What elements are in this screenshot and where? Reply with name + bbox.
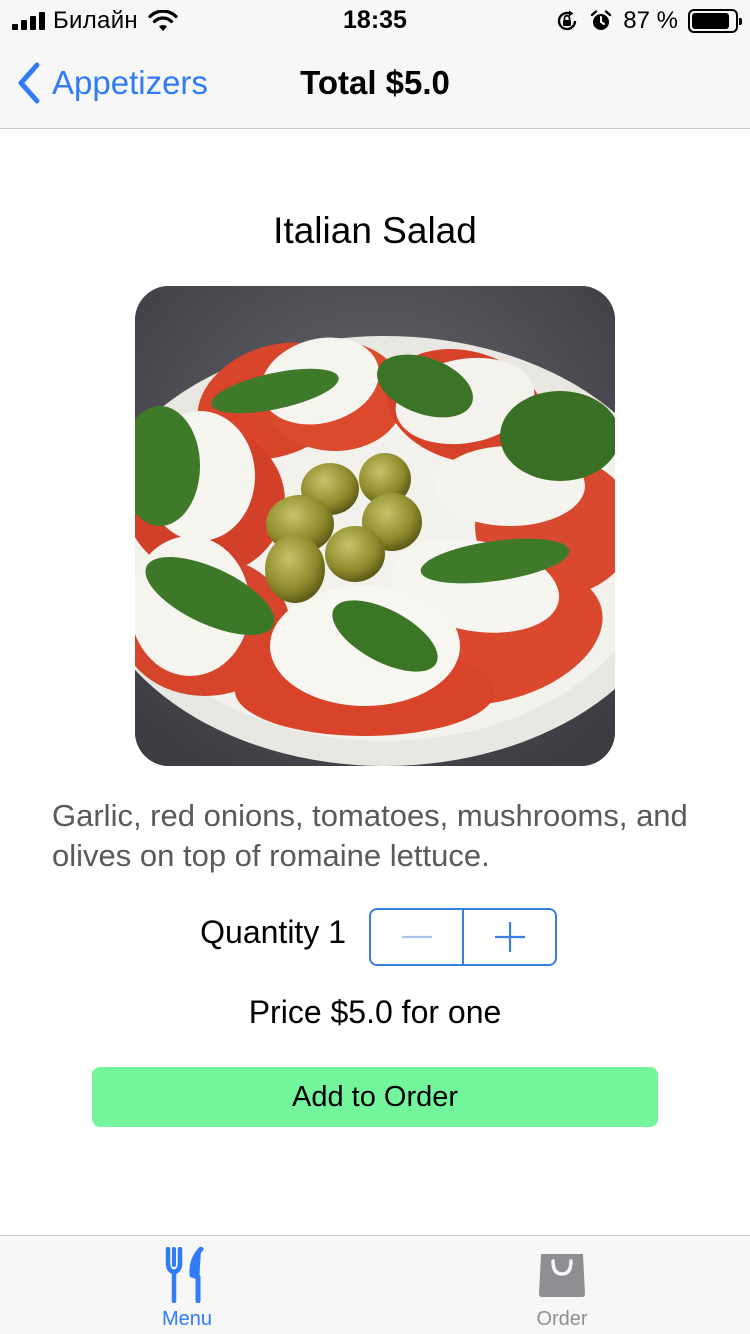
tab-order[interactable]: Order <box>462 1236 662 1334</box>
plus-icon <box>494 922 525 952</box>
salad-image <box>135 286 615 766</box>
item-photo <box>135 286 615 766</box>
status-right: 87 % <box>555 6 742 36</box>
navigation-bar: Appetizers Total $5.0 <box>0 40 750 129</box>
battery-percent: 87 % <box>623 7 678 34</box>
alarm-icon <box>591 10 612 30</box>
quantity-label: Quantity 1 <box>200 914 346 950</box>
orientation-lock-icon <box>558 10 577 31</box>
fork-knife-icon <box>165 1247 204 1303</box>
tab-bar: Menu Order <box>0 1235 750 1334</box>
increment-button[interactable] <box>464 910 555 964</box>
battery-level <box>692 13 729 29</box>
minus-icon <box>401 935 432 939</box>
price-label: Price $5.0 for one <box>248 994 502 1030</box>
quantity-stepper[interactable] <box>369 908 557 966</box>
tab-menu-label: Menu <box>161 1308 213 1330</box>
item-title: Italian Salad <box>273 210 477 251</box>
tab-order-label: Order <box>536 1308 588 1330</box>
item-description: Garlic, red onions, tomatoes, mushrooms,… <box>52 798 688 873</box>
back-button-label: Appetizers <box>52 64 208 101</box>
decrement-button[interactable] <box>371 910 464 964</box>
chevron-left-icon <box>18 62 40 104</box>
back-button[interactable]: Appetizers <box>16 62 208 104</box>
tab-menu[interactable]: Menu <box>87 1236 287 1334</box>
add-to-order-button[interactable]: Add to Order <box>92 1067 658 1127</box>
status-bar: Билайн 18:35 87 % <box>0 0 750 40</box>
battery-icon <box>688 9 742 33</box>
bag-icon <box>539 1254 585 1297</box>
